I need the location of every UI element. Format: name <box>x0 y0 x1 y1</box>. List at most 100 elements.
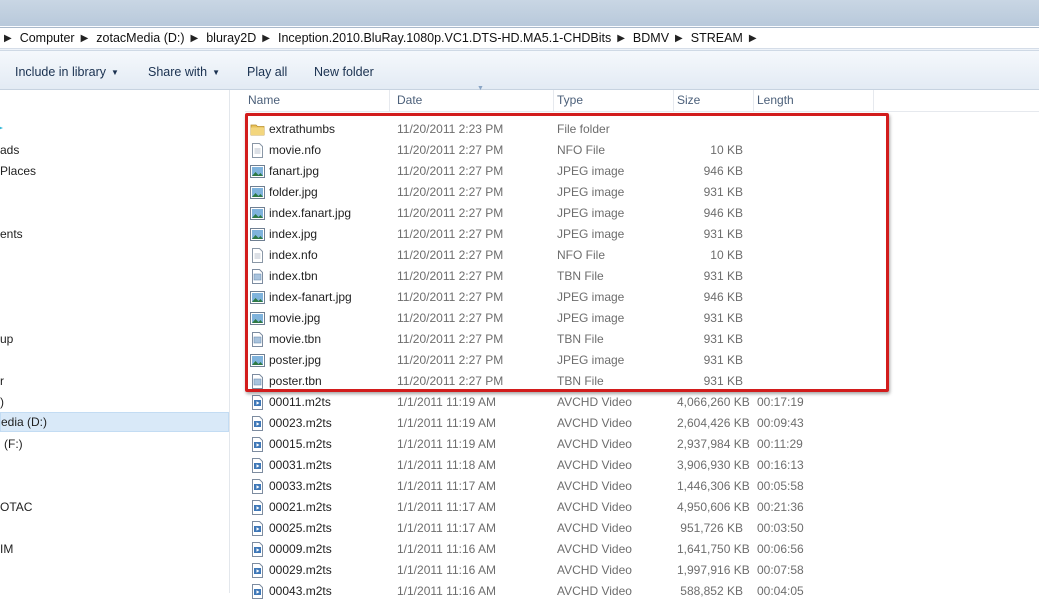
file-name: 00033.m2ts <box>269 479 332 493</box>
breadcrumb-arrow-icon[interactable]: ▶ <box>671 33 689 44</box>
file-size: 2,937,984 KB <box>677 437 750 451</box>
file-type: AVCHD Video <box>557 458 632 472</box>
file-row[interactable]: 00021.m2ts 1/1/2011 11:17 AM AVCHD Video 4,… <box>245 497 1025 518</box>
nav-item-zotacmedia-d[interactable]: edia (D:) <box>0 412 229 432</box>
file-size: 4,950,606 KB <box>677 500 750 514</box>
file-name: 00011.m2ts <box>269 395 331 409</box>
video-file-icon <box>250 437 265 452</box>
file-type: AVCHD Video <box>557 521 632 535</box>
address-bar: ▶ Computer ▶ zotacMedia (D:) ▶ bluray2D … <box>0 26 1039 51</box>
file-length: 00:07:58 <box>757 563 804 577</box>
file-date: 1/1/2011 11:16 AM <box>397 584 496 598</box>
chevron-down-icon: ▼ <box>212 68 220 77</box>
share-with-button[interactable]: Share with ▼ <box>148 65 220 79</box>
file-size: 3,906,930 KB <box>677 458 750 472</box>
file-row[interactable]: 00029.m2ts 1/1/2011 11:16 AM AVCHD Video 1,… <box>245 560 1025 581</box>
breadcrumb-drive[interactable]: zotacMedia (D:) <box>94 31 186 45</box>
file-length: 00:04:05 <box>757 584 804 598</box>
file-row[interactable]: 00031.m2ts 1/1/2011 11:18 AM AVCHD Video 3,… <box>245 455 1025 476</box>
column-header-date[interactable]: Date <box>394 90 554 111</box>
column-header-name[interactable]: Name <box>245 90 390 111</box>
file-size: 4,066,260 KB <box>677 395 750 409</box>
address-field[interactable]: ▶ Computer ▶ zotacMedia (D:) ▶ bluray2D … <box>0 27 1039 49</box>
breadcrumb-computer[interactable]: Computer <box>18 31 77 45</box>
breadcrumb-bdmv[interactable]: BDMV <box>631 31 671 45</box>
file-date: 1/1/2011 11:16 AM <box>397 563 496 577</box>
breadcrumb-root-arrow-icon[interactable]: ▶ <box>4 33 18 44</box>
file-name: 00021.m2ts <box>269 500 332 514</box>
file-date: 1/1/2011 11:17 AM <box>397 500 496 514</box>
file-type: AVCHD Video <box>557 542 632 556</box>
chevron-down-icon: ▼ <box>111 68 119 77</box>
column-header-size[interactable]: Size <box>674 90 754 111</box>
expand-arrow-icon[interactable] <box>0 124 4 132</box>
file-row[interactable]: 00033.m2ts 1/1/2011 11:17 AM AVCHD Video 1,… <box>245 476 1025 497</box>
video-file-icon <box>250 479 265 494</box>
nav-item-downloads[interactable]: ads <box>0 141 19 159</box>
video-file-icon <box>250 542 265 557</box>
file-row[interactable]: 00009.m2ts 1/1/2011 11:16 AM AVCHD Video 1,… <box>245 539 1025 560</box>
nav-item-documents[interactable]: ents <box>0 225 23 243</box>
file-size: 2,604,426 KB <box>677 416 750 430</box>
breadcrumb-arrow-icon[interactable]: ▶ <box>613 33 631 44</box>
breadcrumb-arrow-icon[interactable]: ▶ <box>258 33 276 44</box>
include-in-library-button[interactable]: Include in library ▼ <box>15 65 119 79</box>
file-length: 00:03:50 <box>757 521 804 535</box>
file-list: Name Date ▼ Type Size Length extrathumbs… <box>230 85 1039 599</box>
file-type: AVCHD Video <box>557 563 632 577</box>
file-type: AVCHD Video <box>557 479 632 493</box>
command-bar: Include in library ▼ Share with ▼ Play all… <box>0 51 1039 90</box>
file-length: 00:17:19 <box>757 395 804 409</box>
file-type: AVCHD Video <box>557 500 632 514</box>
video-file-icon <box>250 395 265 410</box>
file-size: 1,997,916 KB <box>677 563 750 577</box>
play-all-button[interactable]: Play all <box>247 65 287 79</box>
file-name: 00009.m2ts <box>269 542 332 556</box>
file-length: 00:05:58 <box>757 479 804 493</box>
nav-item-zotac[interactable]: OTAC <box>0 498 32 516</box>
file-size: 951,726 KB <box>680 521 743 535</box>
new-folder-button[interactable]: New folder <box>314 65 374 79</box>
file-length: 00:09:43 <box>757 416 804 430</box>
file-date: 1/1/2011 11:19 AM <box>397 416 496 430</box>
nav-item-im[interactable]: IM <box>0 540 13 558</box>
nav-item-recent-places[interactable]: Places <box>0 162 36 180</box>
file-size: 1,641,750 KB <box>677 542 750 556</box>
video-file-icon <box>250 500 265 515</box>
column-header-type[interactable]: Type <box>554 90 674 111</box>
navigation-pane: ads Places ents up r ) edia (D:) (F:) OT… <box>0 90 230 593</box>
file-row[interactable]: 00025.m2ts 1/1/2011 11:17 AM AVCHD Video 95… <box>245 518 1025 539</box>
nav-item-computer[interactable]: r <box>0 372 4 390</box>
annotation-highlight-box <box>245 113 889 392</box>
sort-ascending-icon: ▼ <box>477 85 484 92</box>
nav-item-drive-f[interactable]: (F:) <box>4 435 23 453</box>
breadcrumb-arrow-icon[interactable]: ▶ <box>77 33 95 44</box>
nav-item-drive-c[interactable]: ) <box>0 393 4 411</box>
share-with-label: Share with <box>148 65 208 79</box>
file-row[interactable]: 00023.m2ts 1/1/2011 11:19 AM AVCHD Video 2,… <box>245 413 1025 434</box>
breadcrumb-movie-folder[interactable]: Inception.2010.BluRay.1080p.VC1.DTS-HD.M… <box>276 31 613 45</box>
file-row[interactable]: 00043.m2ts 1/1/2011 11:16 AM AVCHD Video 58… <box>245 581 1025 602</box>
file-date: 1/1/2011 11:19 AM <box>397 437 496 451</box>
breadcrumb-arrow-icon[interactable]: ▶ <box>745 33 763 44</box>
video-file-icon <box>250 584 265 599</box>
file-length: 00:11:29 <box>757 437 803 451</box>
file-name: 00031.m2ts <box>269 458 332 472</box>
column-header-length[interactable]: Length <box>754 90 874 111</box>
file-row[interactable]: 00011.m2ts 1/1/2011 11:19 AM AVCHD Video 4,… <box>245 392 1025 413</box>
file-date: 1/1/2011 11:17 AM <box>397 479 496 493</box>
file-date: 1/1/2011 11:17 AM <box>397 521 496 535</box>
nav-item-homegroup[interactable]: up <box>0 330 13 348</box>
include-in-library-label: Include in library <box>15 65 107 79</box>
file-row[interactable]: 00015.m2ts 1/1/2011 11:19 AM AVCHD Video 2,… <box>245 434 1025 455</box>
file-length: 00:06:56 <box>757 542 804 556</box>
breadcrumb-stream[interactable]: STREAM <box>689 31 745 45</box>
video-file-icon <box>250 416 265 431</box>
breadcrumb-bluray2d[interactable]: bluray2D <box>204 31 258 45</box>
breadcrumb-arrow-icon[interactable]: ▶ <box>187 33 205 44</box>
file-name: 00029.m2ts <box>269 563 332 577</box>
file-name: 00043.m2ts <box>269 584 332 598</box>
file-length: 00:21:36 <box>757 500 804 514</box>
file-name: 00023.m2ts <box>269 416 332 430</box>
file-type: AVCHD Video <box>557 395 632 409</box>
